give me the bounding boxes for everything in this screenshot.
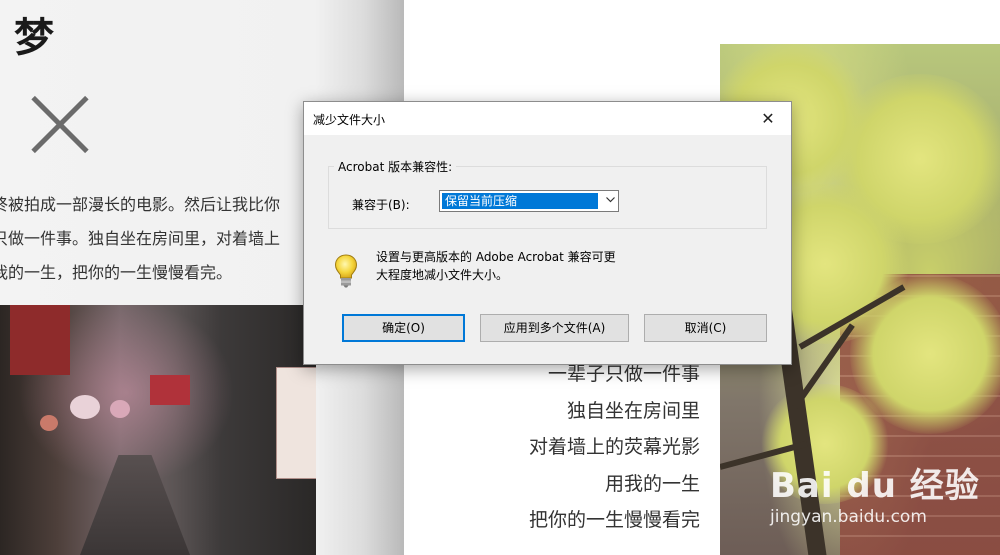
compatible-with-label: 兼容于(B): — [352, 198, 410, 212]
ok-button[interactable]: 确定(O) — [342, 314, 465, 342]
poem: 一辈子只做一件事 独自坐在房间里 对着墙上的荧幕光影 用我的一生 把你的一生慢慢… — [529, 356, 700, 539]
reduce-file-size-dialog: 减少文件大小 ✕ Acrobat 版本兼容性: 兼容于(B): 保留当前压缩 设… — [303, 101, 792, 365]
text-line: 只做一件事。独自坐在房间里，对着墙上 — [0, 229, 281, 248]
shop-sign — [150, 375, 190, 405]
cancel-button[interactable]: 取消(C) — [644, 314, 767, 342]
poem-line: 用我的一生 — [604, 472, 700, 495]
left-body-text: 终被拍成一部漫长的电影。然后让我比你 只做一件事。独自坐在房间里，对着墙上 我的… — [0, 188, 322, 290]
close-button[interactable]: ✕ — [745, 102, 791, 135]
dialog-title: 减少文件大小 — [313, 113, 386, 127]
info-text-line: 设置与更高版本的 Adobe Acrobat 兼容可更 — [376, 250, 616, 264]
compatibility-select-value: 保留当前压缩 — [442, 193, 598, 209]
dialog-titlebar[interactable]: 减少文件大小 ✕ — [304, 102, 791, 135]
screen: 梦 终被拍成一部漫长的电影。然后让我比你 只做一件事。独自坐在房间里，对着墙上 … — [0, 0, 1000, 555]
text-line: 我的一生，把你的一生慢慢看完。 — [0, 263, 233, 282]
info-message: 设置与更高版本的 Adobe Acrobat 兼容可更 大程度地减小文件大小。 — [376, 248, 696, 284]
alley — [80, 455, 190, 555]
poem-line: 对着墙上的荧幕光影 — [528, 436, 700, 458]
street-photo — [0, 305, 316, 555]
poem-line: 独自坐在房间里 — [566, 399, 700, 422]
menu-board — [276, 367, 316, 479]
cross-mark-icon — [30, 96, 88, 154]
chevron-down-icon[interactable] — [606, 197, 615, 205]
page-title: 梦 — [14, 15, 54, 61]
lightbulb-icon — [334, 254, 358, 288]
lantern — [40, 415, 58, 431]
shop-sign — [10, 305, 70, 375]
lantern — [110, 400, 130, 418]
apply-to-multiple-files-button[interactable]: 应用到多个文件(A) — [480, 314, 629, 342]
text-line: 终被拍成一部漫长的电影。然后让我比你 — [0, 195, 281, 214]
lantern — [70, 395, 100, 419]
poem-line: 把你的一生慢慢看完 — [528, 509, 700, 531]
compatibility-select[interactable]: 保留当前压缩 — [439, 190, 619, 212]
close-icon: ✕ — [761, 109, 775, 128]
compatibility-group-label: Acrobat 版本兼容性: — [334, 158, 457, 175]
info-text-line: 大程度地减小文件大小。 — [376, 268, 509, 282]
foliage — [760, 384, 890, 504]
